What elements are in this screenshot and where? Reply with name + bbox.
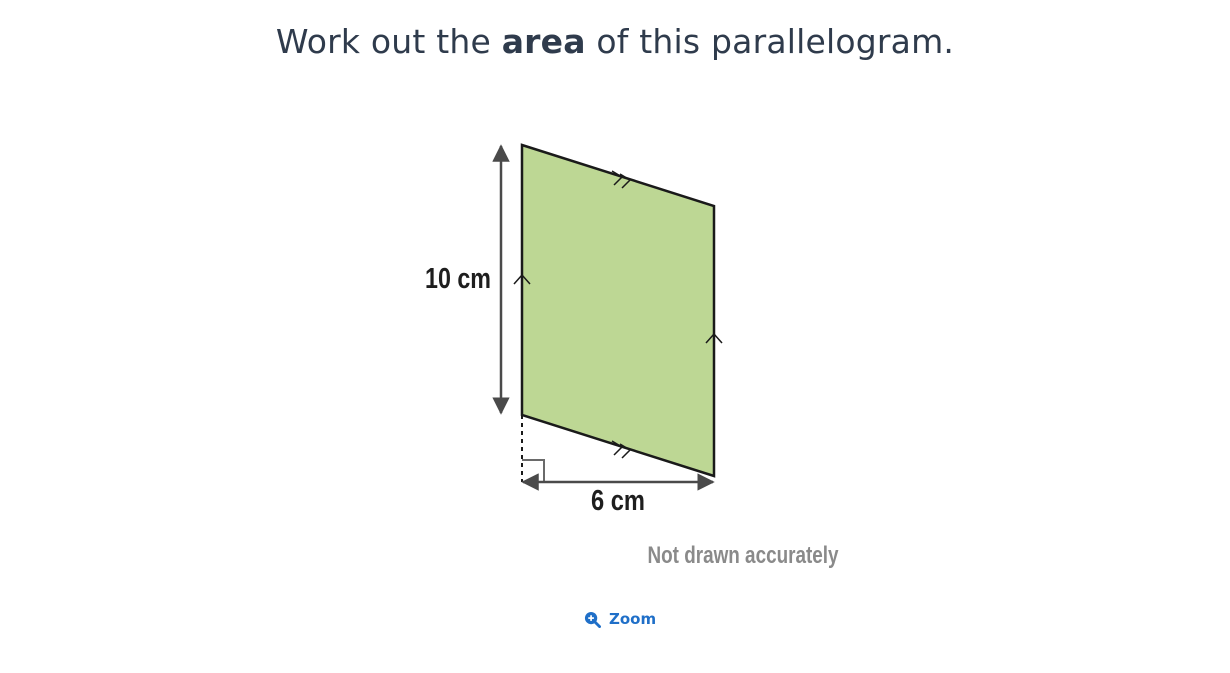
zoom-label: Zoom [609,610,657,628]
zoom-in-icon [584,611,601,628]
parallelogram-shape [520,143,716,478]
height-label: 10 cm [425,263,491,295]
not-drawn-accurately-note: Not drawn accurately [648,542,840,569]
right-angle-marker [522,459,545,482]
parallelogram-diagram: 10 cm 6 cm Not drawn accurately [425,143,840,569]
zoom-button[interactable]: Zoom [580,608,660,630]
base-label: 6 cm [591,485,645,517]
